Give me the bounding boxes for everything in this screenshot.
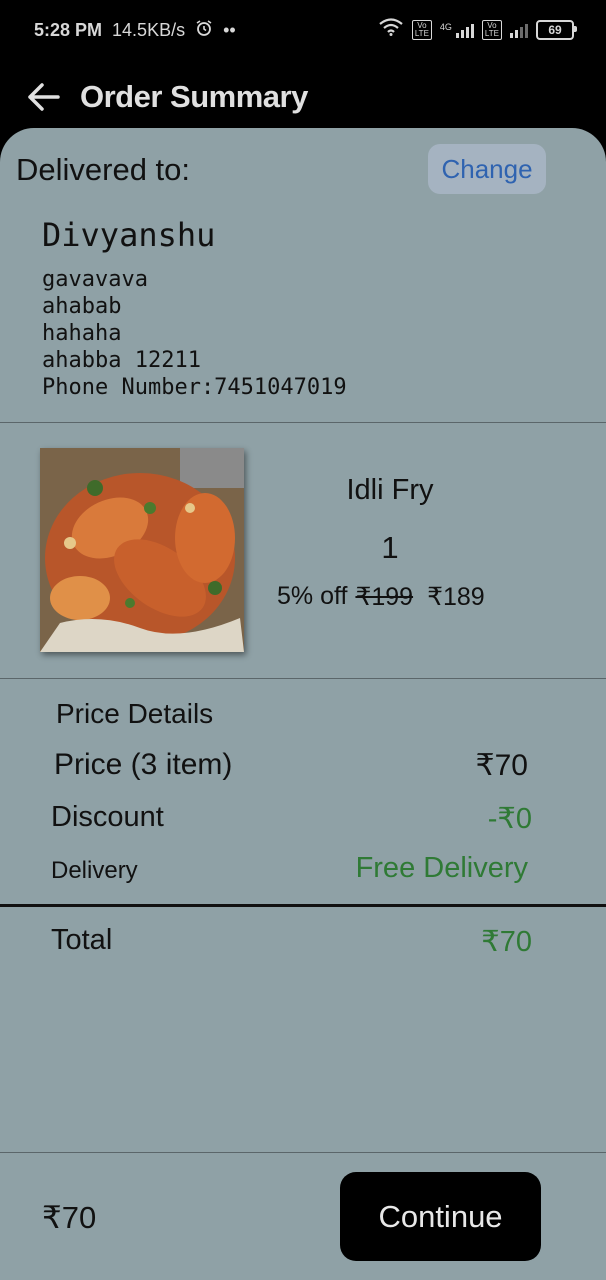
volte-icon-2: Vo LTE: [481, 19, 502, 40]
product-image: [40, 448, 244, 652]
divider: [0, 678, 606, 679]
address-line: ahabba 12211: [42, 348, 201, 373]
status-left: 5:28 PM 14.5KB/s ••: [34, 19, 236, 42]
arrow-left-icon: [28, 83, 60, 111]
battery-icon: 69: [536, 19, 577, 40]
address-name: Divyanshu: [42, 216, 216, 254]
continue-button[interactable]: Continue: [340, 1172, 541, 1261]
signal-icon-2: [510, 22, 528, 38]
price-value: ₹70: [475, 749, 528, 782]
network-type-4g: 4G: [439, 21, 452, 32]
app-bar: Order Summary: [0, 62, 606, 132]
status-right: Vo LTE 4G Vo LTE 69: [378, 18, 577, 41]
address-line: gavavava: [42, 267, 148, 292]
address-line: hahaha: [42, 321, 122, 346]
wifi-icon: [378, 18, 404, 41]
status-bar: 5:28 PM 14.5KB/s •• Vo LTE 4G Vo LTE 69: [0, 0, 606, 60]
address-lines: gavavava ahabab hahaha ahabba 12211 Phon…: [42, 266, 347, 401]
network-speed: 14.5KB/s: [112, 20, 186, 40]
divider: [0, 1152, 606, 1153]
discount-value: -₹0: [487, 803, 532, 835]
change-address-button[interactable]: Change: [428, 144, 546, 194]
bottom-total: ₹70: [42, 1200, 97, 1235]
back-button[interactable]: [18, 72, 68, 122]
discount-label: Discount: [51, 801, 164, 833]
product-discount: 5% off: [277, 582, 348, 610]
address-phone: Phone Number:7451047019: [42, 375, 347, 400]
page-title: Order Summary: [80, 79, 308, 114]
total-value: ₹70: [481, 926, 532, 958]
delivery-value: Free Delivery: [355, 852, 528, 884]
volte-icon: Vo LTE: [411, 19, 432, 40]
divider: [0, 422, 606, 423]
status-time: 5:28 PM: [34, 20, 103, 40]
more-notifications-icon: ••: [223, 20, 236, 40]
divider: [0, 904, 606, 907]
product-price: ₹189: [427, 583, 485, 611]
product-price-row: 5% off ₹199 ₹189: [277, 582, 485, 612]
delivery-label: Delivery: [51, 857, 138, 884]
product-mrp: ₹199: [355, 583, 414, 611]
order-summary-sheet: Delivered to: Change Divyanshu gavavava …: [0, 128, 606, 1280]
delivered-to-label: Delivered to:: [16, 152, 191, 187]
address-line: ahabab: [42, 294, 122, 319]
alarm-icon: [195, 19, 213, 42]
product-name: Idli Fry: [346, 474, 434, 506]
price-details-title: Price Details: [56, 698, 214, 729]
signal-icon: 4G: [440, 22, 474, 38]
price-label: Price (3 item): [54, 748, 233, 781]
food-image-icon: [40, 448, 244, 652]
total-label: Total: [51, 924, 113, 956]
product-quantity: 1: [381, 530, 399, 565]
